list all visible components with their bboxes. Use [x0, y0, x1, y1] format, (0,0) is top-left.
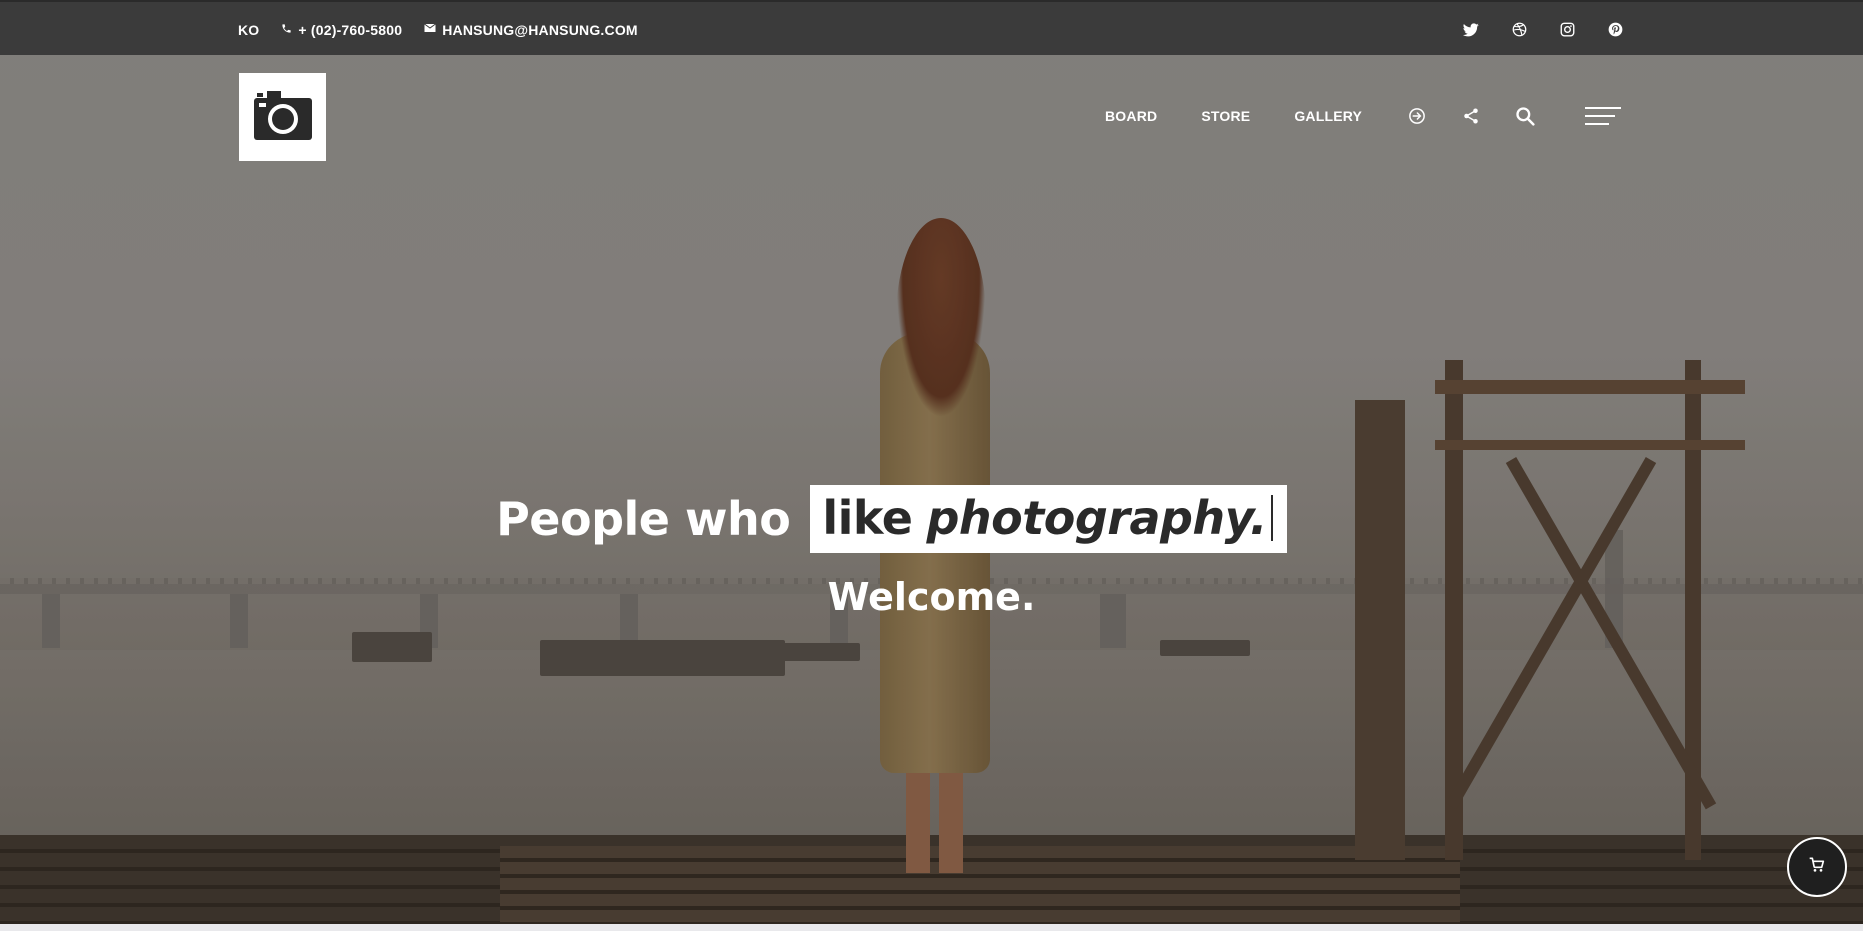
typing-caret — [1270, 495, 1273, 541]
bottom-strip — [0, 924, 1863, 931]
login-icon[interactable] — [1405, 104, 1429, 128]
nav-board[interactable]: BOARD — [1105, 108, 1157, 124]
twitter-icon[interactable] — [1461, 20, 1481, 40]
hero-headline: People who like photography. — [0, 484, 1863, 554]
hero-highlight-plain: like — [822, 491, 913, 545]
hero-highlight-box: like photography. — [810, 485, 1287, 553]
instagram-icon[interactable] — [1557, 20, 1577, 40]
site-logo[interactable] — [239, 73, 326, 161]
hero-highlight-italic: photography. — [926, 491, 1267, 545]
search-icon[interactable] — [1513, 104, 1537, 128]
pinterest-icon[interactable] — [1605, 20, 1625, 40]
email-address: HANSUNG@HANSUNG.COM — [442, 21, 638, 38]
nav-store[interactable]: STORE — [1201, 108, 1250, 124]
social-links — [1461, 2, 1625, 57]
language-switch[interactable]: KO — [238, 22, 259, 38]
phone-icon — [281, 23, 292, 37]
hero-lead-text: People who — [496, 492, 791, 546]
main-nav: BOARD STORE GALLERY — [1105, 96, 1406, 136]
hero-subtitle: Welcome. — [827, 575, 1036, 619]
camera-icon — [253, 89, 313, 146]
mail-icon — [424, 23, 436, 36]
menu-icon[interactable] — [1585, 106, 1621, 126]
cart-button[interactable] — [1787, 837, 1847, 897]
top-bar: KO + (02)-760-5800 HANSUNG@HANSUNG.COM — [0, 0, 1863, 55]
email-contact[interactable]: HANSUNG@HANSUNG.COM — [424, 22, 638, 38]
phone-number: + (02)-760-5800 — [298, 21, 403, 38]
dribbble-icon[interactable] — [1509, 20, 1529, 40]
cart-icon — [1809, 857, 1825, 878]
phone-contact[interactable]: + (02)-760-5800 — [281, 22, 402, 38]
top-bar-contact: KO + (02)-760-5800 HANSUNG@HANSUNG.COM — [238, 2, 638, 57]
nav-gallery[interactable]: GALLERY — [1294, 108, 1362, 124]
header-icons — [1405, 96, 1621, 136]
share-icon[interactable] — [1459, 104, 1483, 128]
